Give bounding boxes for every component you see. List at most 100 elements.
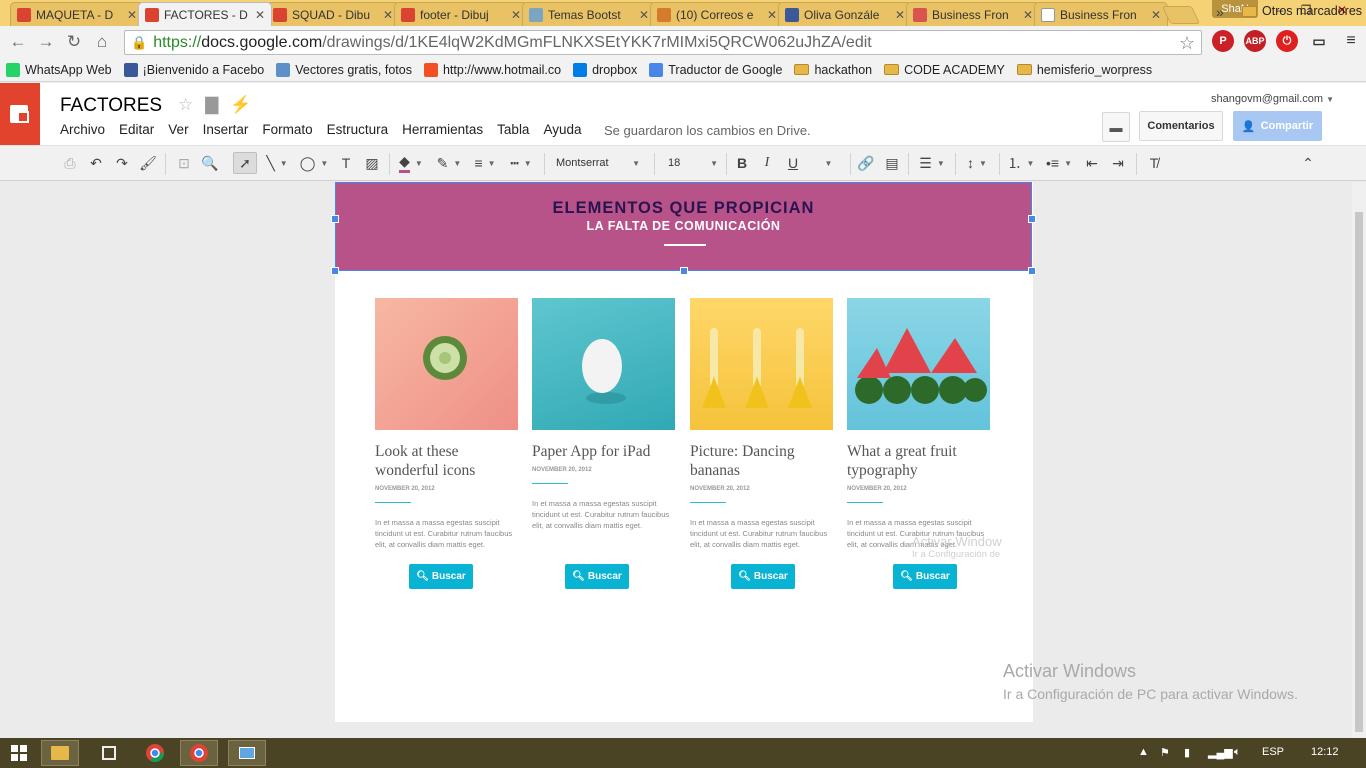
bookmark-item[interactable]: Vectores gratis, fotos xyxy=(276,62,412,77)
bulleted-list-icon[interactable]: •≡ ▼ xyxy=(1043,152,1075,174)
close-tab-icon[interactable]: ✕ xyxy=(383,8,393,22)
bookmark-item[interactable]: CODE ACADEMY xyxy=(884,63,1005,77)
close-tab-icon[interactable]: ✕ xyxy=(1023,8,1033,22)
search-button[interactable]: 🔍︎ Buscar xyxy=(409,564,473,589)
drawing-canvas[interactable]: ELEMENTOS QUE PROPICIAN LA FALTA DE COMU… xyxy=(0,182,1352,738)
undo-icon[interactable]: ↶ xyxy=(86,152,106,174)
file-explorer-icon[interactable] xyxy=(41,740,79,766)
window-app-icon[interactable] xyxy=(228,740,266,766)
fill-color-icon[interactable]: ◆ ▼ xyxy=(396,152,426,174)
close-tab-icon[interactable]: ✕ xyxy=(511,8,521,22)
bookmark-item[interactable]: Traductor de Google xyxy=(649,62,782,77)
select-tool-icon[interactable]: ➚ xyxy=(233,152,257,174)
browser-tab[interactable]: Business Fron ✕ xyxy=(1034,2,1168,26)
offline-status-icon[interactable]: ⚡ xyxy=(230,95,251,115)
card[interactable]: Paper App for iPad NOVEMBER 20, 2012 In … xyxy=(532,298,675,531)
browser-tab[interactable]: MAQUETA - D ✕ xyxy=(10,2,144,26)
reload-icon[interactable]: ↻ xyxy=(60,32,88,52)
align-icon[interactable]: ☰ ▼ xyxy=(914,152,950,174)
font-select[interactable]: Montserrat ▼ xyxy=(556,152,640,174)
resize-handle[interactable] xyxy=(1028,215,1036,223)
banner-shape[interactable]: ELEMENTOS QUE PROPICIAN LA FALTA DE COMU… xyxy=(335,182,1032,271)
menu-item-herramientas[interactable]: Herramientas xyxy=(402,122,483,137)
decrease-indent-icon[interactable]: ⇤ xyxy=(1082,152,1102,174)
increase-indent-icon[interactable]: ⇥ xyxy=(1108,152,1128,174)
browser-tab[interactable]: Business Fron ✕ xyxy=(906,2,1040,26)
search-button[interactable]: 🔍︎ Buscar xyxy=(565,564,629,589)
clear-formatting-icon[interactable]: T̸ xyxy=(1144,152,1164,174)
bookmark-item[interactable]: WhatsApp Web xyxy=(6,62,112,77)
flag-icon[interactable]: ⚑ xyxy=(1160,746,1170,759)
clock[interactable]: 12:12 xyxy=(1311,746,1339,758)
add-comment-icon[interactable]: ▤ xyxy=(882,152,902,174)
zoom-fit-icon[interactable]: ⊡ xyxy=(174,152,194,174)
bookmark-item[interactable]: hackathon xyxy=(794,63,872,77)
bookmark-item[interactable]: dropbox xyxy=(573,62,637,77)
line-spacing-icon[interactable]: ↕ ▼ xyxy=(960,152,994,174)
bold-icon[interactable]: B xyxy=(733,152,751,174)
app-window-icon[interactable] xyxy=(90,740,128,766)
back-icon[interactable]: ← xyxy=(4,32,32,52)
account-email[interactable]: shangovm@gmail.com ▼ xyxy=(1211,93,1334,105)
shape-tool-icon[interactable]: ◯ ▼ xyxy=(298,152,330,174)
address-bar[interactable]: 🔒 https://docs.google.com/drawings/d/1KE… xyxy=(124,30,1202,55)
font-size-select[interactable]: 18 ▼ xyxy=(668,152,718,174)
close-tab-icon[interactable]: ✕ xyxy=(639,8,649,22)
bookmarks-overflow-icon[interactable]: » xyxy=(1216,4,1224,20)
menu-item-archivo[interactable]: Archivo xyxy=(60,122,105,137)
resize-handle[interactable] xyxy=(680,267,688,275)
bookmark-item[interactable]: hemisferio_worpress xyxy=(1016,63,1152,77)
browser-tab[interactable]: footer - Dibuj ✕ xyxy=(394,2,528,26)
show-hidden-icons[interactable]: ▲ xyxy=(1138,746,1149,758)
other-bookmarks[interactable]: Otros marcadores xyxy=(1242,4,1362,18)
browser-tab[interactable]: (10) Correos e ✕ xyxy=(650,2,784,26)
star-icon[interactable]: ☆ xyxy=(178,95,193,115)
language-indicator[interactable]: ESP xyxy=(1262,746,1284,758)
folder-move-icon[interactable]: ▇ xyxy=(205,95,218,115)
menu-item-estructura[interactable]: Estructura xyxy=(327,122,389,137)
chrome-menu-icon[interactable]: ≡ xyxy=(1340,30,1362,52)
print-icon[interactable]: ⎙ xyxy=(60,152,80,174)
collapse-toolbar-icon[interactable]: ⌃ xyxy=(1298,152,1318,174)
border-color-icon[interactable]: ✎ ▼ xyxy=(434,152,464,174)
close-tab-icon[interactable]: ✕ xyxy=(767,8,777,22)
browser-tab[interactable]: Temas Bootst ✕ xyxy=(522,2,656,26)
resize-handle[interactable] xyxy=(331,267,339,275)
menu-item-ver[interactable]: Ver xyxy=(168,122,188,137)
card[interactable]: Look at these wonderful icons NOVEMBER 2… xyxy=(375,298,518,550)
comment-icon[interactable]: ▬ xyxy=(1102,112,1130,142)
pinterest-icon[interactable]: P xyxy=(1212,30,1234,52)
chrome-icon[interactable] xyxy=(136,740,174,766)
chrome-active-icon[interactable] xyxy=(180,740,218,766)
close-tab-icon[interactable]: ✕ xyxy=(127,8,137,22)
underline-icon[interactable]: U xyxy=(784,152,802,174)
image-icon[interactable]: ▨ xyxy=(362,152,382,174)
scroll-thumb[interactable] xyxy=(1355,212,1363,732)
text-box-icon[interactable]: T xyxy=(336,152,356,174)
adblock-icon[interactable]: ABP xyxy=(1244,30,1266,52)
close-tab-icon[interactable]: ✕ xyxy=(255,8,265,22)
paint-format-icon[interactable]: 🖌 xyxy=(138,152,158,174)
menu-item-editar[interactable]: Editar xyxy=(119,122,154,137)
resize-handle[interactable] xyxy=(331,215,339,223)
menu-item-tabla[interactable]: Tabla xyxy=(497,122,529,137)
search-button[interactable]: 🔍︎ Buscar xyxy=(731,564,795,589)
forward-icon[interactable]: → xyxy=(32,32,60,52)
bookmark-item[interactable]: http://www.hotmail.co xyxy=(423,62,561,77)
close-tab-icon[interactable]: ✕ xyxy=(1151,8,1161,22)
zoom-icon[interactable]: 🔍 xyxy=(200,152,220,174)
close-tab-icon[interactable]: ✕ xyxy=(895,8,905,22)
windows-start-icon[interactable] xyxy=(0,740,38,766)
signal-icon[interactable]: ▂▄▆ xyxy=(1208,746,1233,759)
drawings-logo[interactable] xyxy=(0,83,40,145)
doc-title[interactable]: FACTORES xyxy=(60,95,162,117)
redo-icon[interactable]: ↷ xyxy=(112,152,132,174)
cast-icon[interactable]: ▭ xyxy=(1308,30,1330,52)
card[interactable]: What a great fruit typography NOVEMBER 2… xyxy=(847,298,990,550)
vertical-scrollbar[interactable] xyxy=(1352,182,1366,738)
bookmark-item[interactable]: ¡Bienvenido a Facebo xyxy=(123,62,264,77)
power-icon[interactable]: ⏻ xyxy=(1276,30,1298,52)
browser-tab[interactable]: FACTORES - D ✕ xyxy=(138,2,272,26)
card[interactable]: Picture: Dancing bananas NOVEMBER 20, 20… xyxy=(690,298,833,550)
browser-tab[interactable]: SQUAD - Dibu ✕ xyxy=(266,2,400,26)
